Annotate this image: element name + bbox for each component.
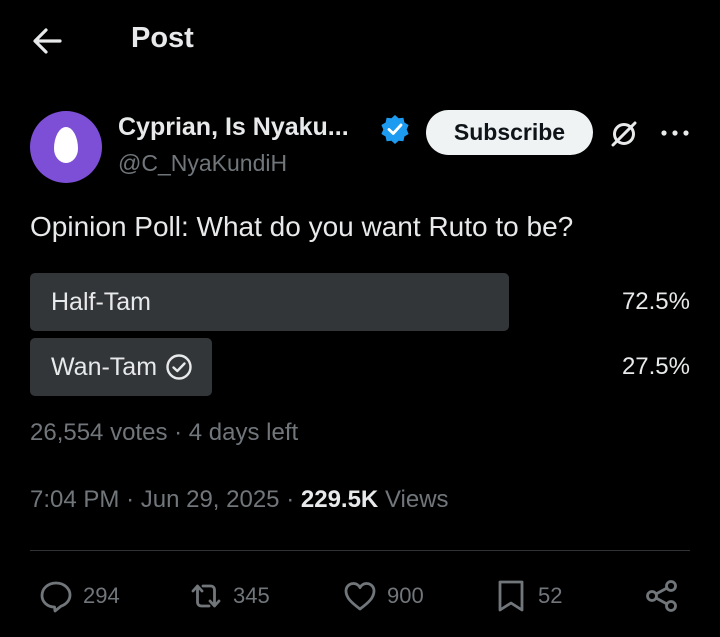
like-count: 900 — [387, 583, 424, 608]
reply-count: 294 — [83, 583, 120, 608]
views-count: 229.5K — [300, 486, 379, 513]
page-title: Post — [131, 22, 194, 54]
poll-option-2[interactable]: Wan-Tam 27.5% — [30, 338, 690, 396]
post-time[interactable]: 7:04 PM — [30, 486, 119, 513]
avatar-egg — [54, 127, 78, 163]
post-text: Opinion Poll: What do you want Ruto to b… — [30, 211, 574, 242]
repost-icon — [191, 584, 221, 608]
avatar[interactable] — [30, 111, 102, 183]
like-icon — [344, 582, 376, 611]
separator: · — [286, 486, 295, 513]
separator: · — [174, 419, 183, 446]
check-circle-icon — [166, 354, 192, 380]
author-handle[interactable]: @C_NyaKundiH — [118, 150, 287, 177]
post-date[interactable]: Jun 29, 2025 — [141, 486, 280, 513]
reply-button[interactable]: 294 — [38, 576, 120, 616]
verified-badge-icon — [381, 115, 409, 144]
more-icon[interactable] — [658, 120, 692, 146]
reply-icon — [40, 581, 72, 613]
grok-icon[interactable] — [606, 116, 642, 152]
subscribe-button[interactable]: Subscribe — [426, 110, 593, 155]
author-name[interactable]: Cyprian, Is Nyaku... — [118, 113, 349, 142]
poll-votes: 26,554 votes — [30, 419, 168, 446]
poll-option-label: Half-Tam — [51, 273, 151, 331]
poll-option-text: Wan-Tam — [51, 352, 158, 381]
poll-option-text: Half-Tam — [51, 287, 152, 316]
share-icon — [646, 580, 677, 612]
bookmark-count: 52 — [538, 583, 563, 608]
bookmark-button[interactable]: 52 — [493, 576, 562, 616]
top-bar: Post — [0, 0, 720, 82]
poll-option-percent: 72.5% — [621, 288, 690, 315]
share-button[interactable] — [644, 576, 680, 616]
bookmark-icon — [498, 580, 524, 612]
like-button[interactable]: 900 — [342, 576, 424, 616]
poll-option-percent: 27.5% — [621, 353, 690, 380]
repost-button[interactable]: 345 — [188, 576, 270, 616]
poll-time-left: 4 days left — [188, 419, 299, 446]
divider — [30, 550, 690, 551]
back-arrow-icon[interactable] — [30, 24, 64, 58]
poll-option-1[interactable]: Half-Tam 72.5% — [30, 273, 690, 331]
post-timestamp: 7:04 PM · Jun 29, 2025 · 229.5K Views — [30, 486, 449, 514]
separator: · — [126, 486, 135, 513]
repost-count: 345 — [233, 583, 270, 608]
poll-meta: 26,554 votes · 4 days left — [30, 419, 298, 447]
views-label: Views — [384, 486, 449, 513]
poll-option-label: Wan-Tam — [51, 338, 193, 396]
